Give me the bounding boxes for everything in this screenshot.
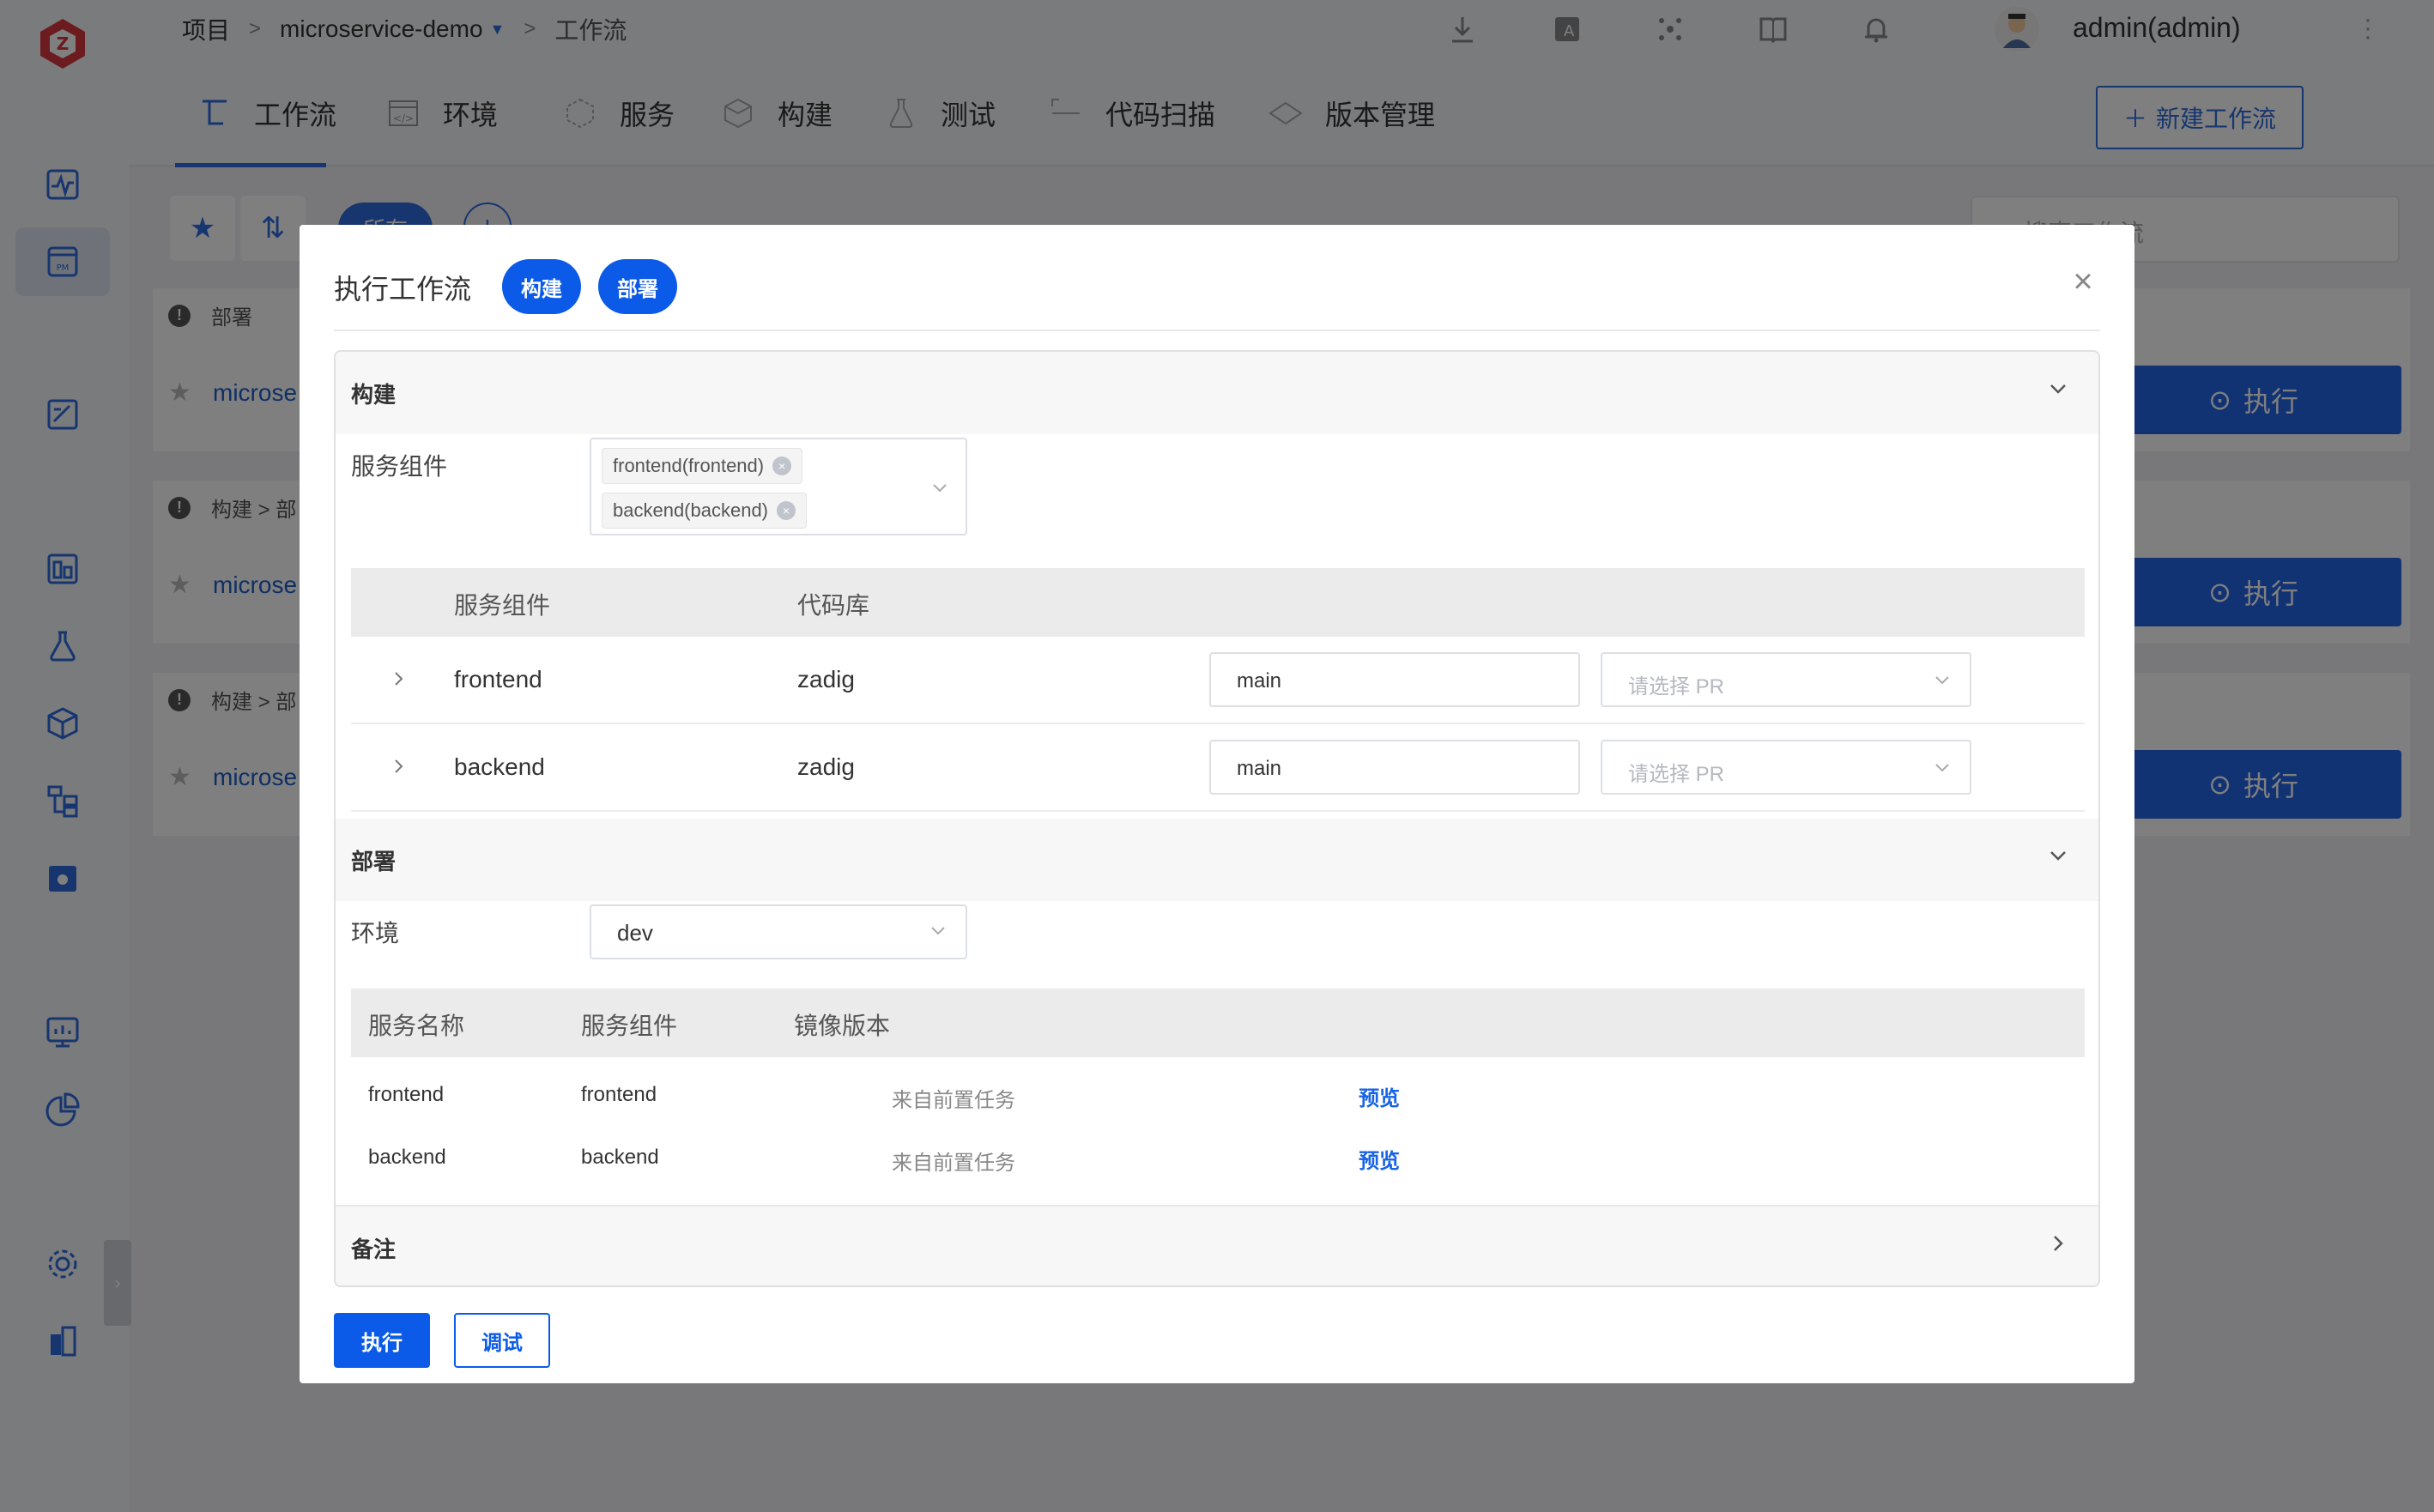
build-table-header: 服务组件 代码库: [351, 568, 2085, 637]
column-header: 服务组件: [454, 592, 551, 619]
chip-remove-icon[interactable]: ×: [772, 457, 792, 475]
run-workflow-dialog: 执行工作流 构建 部署 × 构建 服务组件 frontend(frontend)…: [300, 225, 2134, 1383]
column-header: 服务组件: [581, 1013, 678, 1039]
column-header: 镜像版本: [794, 1013, 891, 1039]
selected-chip: backend(backend) ×: [602, 493, 808, 529]
table-row: backend zadig main 请选择 PR: [351, 724, 2085, 812]
deploy-row-image: 来自前置任务: [892, 1089, 1015, 1112]
section-title: 部署: [351, 849, 397, 874]
pr-placeholder: 请选择 PR: [1628, 675, 1725, 699]
chip-remove-icon[interactable]: ×: [777, 501, 796, 520]
deploy-row-service: backend: [368, 1146, 446, 1169]
chevron-down-icon: [928, 920, 948, 947]
deploy-section-header[interactable]: 部署: [336, 819, 2098, 901]
chevron-down-icon: [1932, 757, 1953, 783]
section-title: 备注: [351, 1237, 397, 1262]
pr-placeholder: 请选择 PR: [1628, 763, 1725, 786]
chevron-right-icon[interactable]: [387, 668, 409, 690]
remark-section-header[interactable]: 备注: [336, 1205, 2098, 1285]
row-service: backend: [454, 753, 545, 780]
row-repo: zadig: [797, 666, 855, 692]
environment-label: 环境: [351, 920, 400, 947]
selected-chip: frontend(frontend) ×: [602, 448, 803, 484]
service-component-label: 服务组件: [351, 453, 448, 480]
stage-tag-build[interactable]: 构建: [502, 259, 581, 314]
row-repo: zadig: [797, 753, 855, 780]
row-service: frontend: [454, 666, 542, 692]
branch-input[interactable]: main: [1209, 652, 1580, 707]
pr-select[interactable]: 请选择 PR: [1601, 652, 1971, 707]
dialog-panels: 构建 服务组件 frontend(frontend) × backend(back…: [334, 350, 2100, 1287]
deploy-row-component: frontend: [581, 1083, 657, 1106]
close-icon[interactable]: ×: [2066, 264, 2100, 299]
chevron-right-icon[interactable]: [2045, 1231, 2071, 1256]
column-header: 代码库: [797, 592, 870, 619]
environment-value: dev: [617, 920, 653, 946]
column-header: 服务名称: [368, 1013, 465, 1039]
build-section-header[interactable]: 构建: [336, 352, 2098, 434]
run-button[interactable]: 执行: [334, 1313, 430, 1368]
deploy-row-component: backend: [581, 1146, 659, 1169]
chevron-down-icon[interactable]: [2045, 843, 2071, 868]
deploy-row-service: frontend: [368, 1083, 445, 1106]
stage-tag-deploy[interactable]: 部署: [598, 259, 677, 314]
dialog-header: 执行工作流 构建 部署 ×: [334, 259, 2100, 331]
preview-link[interactable]: 预览: [1359, 1144, 1400, 1174]
debug-button[interactable]: 调试: [454, 1313, 550, 1368]
chip-label: backend(backend): [613, 499, 769, 521]
chevron-down-icon[interactable]: [2045, 376, 2071, 402]
pr-select[interactable]: 请选择 PR: [1601, 740, 1971, 795]
chevron-down-icon[interactable]: [929, 477, 950, 498]
section-title: 构建: [351, 382, 397, 408]
preview-link[interactable]: 预览: [1359, 1081, 1400, 1111]
environment-select[interactable]: dev: [590, 904, 967, 959]
deploy-row-image: 来自前置任务: [892, 1152, 1015, 1175]
chip-label: frontend(frontend): [613, 455, 765, 476]
service-component-select[interactable]: frontend(frontend) × backend(backend) ×: [590, 438, 967, 535]
table-row: frontend zadig main 请选择 PR: [351, 637, 2085, 724]
chevron-right-icon[interactable]: [387, 755, 409, 777]
branch-input[interactable]: main: [1209, 740, 1580, 795]
chevron-down-icon: [1932, 669, 1953, 696]
dialog-title: 执行工作流: [334, 274, 472, 305]
deploy-table-header: 服务名称 服务组件 镜像版本: [351, 989, 2085, 1057]
